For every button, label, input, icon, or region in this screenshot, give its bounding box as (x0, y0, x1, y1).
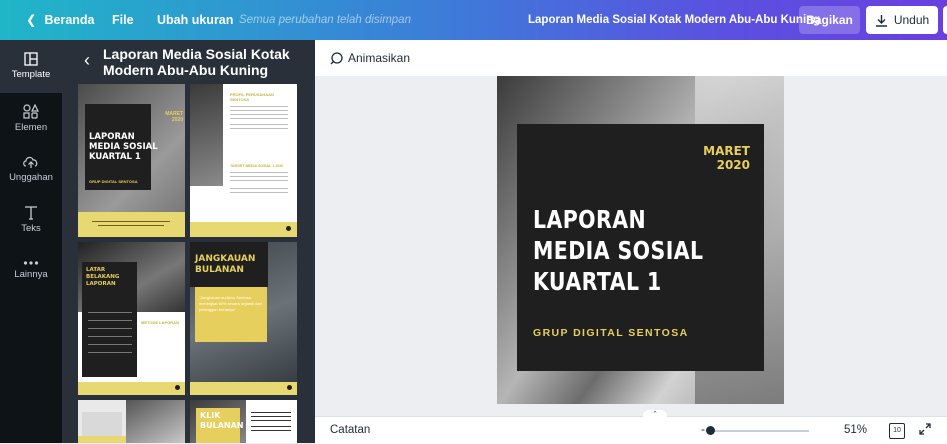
top-bar: ❮ Beranda File Ubah ukuran Semua perubaha… (0, 0, 947, 40)
fullscreen-icon[interactable] (919, 422, 931, 440)
download-label: Unduh (893, 13, 930, 27)
rail-item-uploads[interactable]: Unggahan (0, 154, 62, 183)
more-actions-button[interactable] (943, 6, 947, 34)
template-thumb-3[interactable]: LATAR BELAKANG LAPORAN METODE LAPORAN (78, 242, 185, 395)
side-rail: Template Elemen Unggahan Teks Lainnya (0, 40, 62, 443)
template-thumb-5[interactable] (78, 400, 185, 443)
company-name: GRUP DIGITAL SENTOSA (533, 327, 689, 339)
download-button[interactable]: Unduh (866, 6, 938, 34)
resize-menu[interactable]: Ubah ukuran (157, 0, 233, 40)
notes-button[interactable]: Catatan (330, 417, 370, 444)
text-icon (25, 206, 37, 220)
title-box: MARET 2020 LAPORAN MEDIA SOSIAL KUARTAL … (517, 124, 764, 371)
zoom-slider-handle[interactable] (706, 426, 715, 435)
month-line: MARET (703, 144, 750, 158)
thumb1-title: LAPORAN MEDIA SOSIAL KUARTAL 1 (89, 132, 158, 162)
upload-icon (23, 156, 38, 168)
thumb2-heading: PROFIL PERUSAHAAN SENTOSA (230, 92, 274, 102)
thumb3-heading: LATAR BELAKANG LAPORAN (86, 267, 120, 287)
thumb3-sub: METODE LAPORAN (141, 320, 179, 325)
rail-label-text: Teks (21, 223, 41, 234)
template-panel: ‹ Laporan Media Sosial Kotak Modern Abu-… (62, 40, 315, 443)
download-icon (875, 15, 887, 28)
share-button[interactable]: Bagikan (799, 6, 860, 34)
rail-label-elements: Elemen (14, 122, 48, 133)
year-line: 2020 (716, 158, 750, 172)
zoom-slider[interactable] (709, 430, 809, 432)
template-thumb-6[interactable]: KLIK BULANAN (190, 400, 297, 443)
report-title: LAPORAN MEDIA SOSIAL KUARTAL 1 (533, 204, 718, 297)
template-thumb-4[interactable]: JANGKAUAN BULANAN "Jangkauan audiens Sen… (190, 242, 297, 395)
rail-item-template[interactable]: Template (0, 40, 62, 93)
more-icon (23, 261, 39, 265)
bottom-bar: ⌃ Catatan - 51% 10 (315, 410, 947, 444)
animate-button[interactable]: Animasikan (329, 40, 410, 76)
rail-label-more: Lainnya (14, 269, 48, 280)
thumb4-heading: JANGKAUAN BULANAN (195, 254, 256, 275)
panel-title: Laporan Media Sosial Kotak Modern Abu-Ab… (103, 46, 290, 78)
rail-item-elements[interactable]: Elemen (0, 104, 62, 133)
template-thumb-1[interactable]: MARET 2020 LAPORAN MEDIA SOSIAL KUARTAL … (78, 84, 185, 237)
rail-item-more[interactable]: Lainnya (0, 260, 62, 280)
template-icon (24, 52, 38, 66)
thumb1-month: MARET 2020 (165, 111, 183, 123)
chevron-up-icon[interactable]: ⌃ (643, 410, 667, 418)
zoom-value[interactable]: 51% (844, 417, 867, 444)
animate-label: Animasikan (348, 51, 411, 65)
rail-label-uploads: Unggahan (9, 172, 53, 183)
zoom-out-button[interactable]: - (701, 422, 705, 436)
back-arrow-icon[interactable]: ‹ (84, 50, 90, 71)
thumb1-company: GRUP DIGITAL SENTOSA (89, 179, 138, 184)
rail-item-text[interactable]: Teks (0, 205, 62, 234)
design-title[interactable]: Laporan Media Sosial Kotak Modern Abu-Ab… (528, 0, 820, 40)
file-menu[interactable]: File (112, 0, 134, 40)
title-line-2: MEDIA SOSIAL (533, 236, 704, 265)
thumb6-heading: KLIK BULANAN (200, 411, 244, 430)
thumb4-quote: "Jangkauan audiens Sentosa meningkat 60%… (199, 295, 262, 312)
elements-icon (23, 104, 39, 119)
title-line-1: LAPORAN (533, 205, 647, 234)
thumb2-heading2: TARGET MEDIA SOSIAL 1 2020 (230, 164, 284, 168)
editor-toolbar: Animasikan (315, 40, 947, 77)
chevron-left-icon: ❮ (26, 13, 37, 27)
animate-icon (330, 52, 343, 65)
template-thumb-2[interactable]: PROFIL PERUSAHAAN SENTOSA TARGET MEDIA S… (190, 84, 297, 237)
rail-label-template: Template (11, 69, 51, 80)
save-status: Semua perubahan telah disimpan (239, 14, 411, 26)
page-count-icon[interactable]: 10 (889, 423, 905, 439)
design-page[interactable]: MARET 2020 LAPORAN MEDIA SOSIAL KUARTAL … (497, 76, 784, 404)
title-line-3: KUARTAL 1 (533, 267, 662, 296)
canvas-stage: MARET 2020 LAPORAN MEDIA SOSIAL KUARTAL … (315, 76, 947, 416)
home-label: Beranda (44, 13, 95, 27)
month-label: MARET 2020 (703, 144, 750, 172)
home-button[interactable]: ❮ Beranda (26, 0, 95, 40)
